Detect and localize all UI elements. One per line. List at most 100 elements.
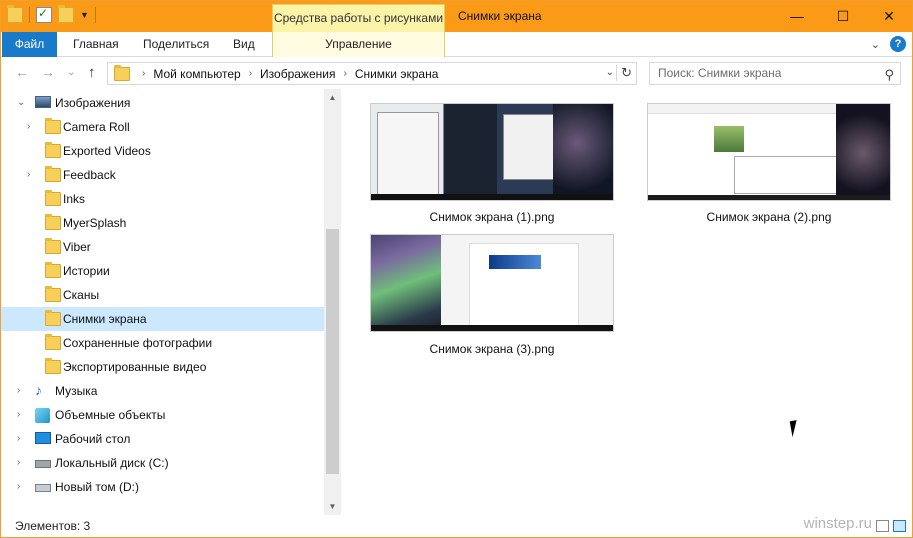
tree-item-label: Inks: [63, 192, 86, 206]
tree-item[interactable]: Viber: [1, 235, 324, 259]
tree-item-label: Новый том (D:): [55, 480, 139, 494]
thumbnail-detail: [371, 235, 441, 331]
folder-icon[interactable]: [7, 5, 23, 23]
title-bar: ▼ Средства работы с рисунками Снимки экр…: [1, 1, 912, 32]
item-count: Элементов: 3: [15, 519, 91, 533]
forward-arrow-icon[interactable]: →: [41, 64, 55, 80]
folder-icon: [45, 166, 61, 182]
breadcrumb-separator[interactable]: ›: [142, 68, 145, 79]
details-view-icon[interactable]: [876, 520, 889, 532]
tree-item[interactable]: Истории: [1, 259, 324, 283]
tab-manage[interactable]: Управление: [272, 32, 445, 57]
search-icon[interactable]: ⚲: [884, 64, 894, 85]
tab-share[interactable]: Поделиться: [133, 32, 219, 57]
close-button[interactable]: ✕: [866, 1, 912, 32]
search-input[interactable]: Поиск: Снимки экрана ⚲: [649, 62, 901, 85]
tree-item[interactable]: Exported Videos: [1, 139, 324, 163]
folder-icon: [45, 334, 61, 350]
tree-item-label: Локальный диск (C:): [55, 456, 169, 470]
tree-item[interactable]: MyerSplash: [1, 211, 324, 235]
qat-dropdown-icon[interactable]: ▼: [80, 10, 89, 20]
up-arrow-icon[interactable]: ↑: [88, 64, 96, 81]
collapsed-chevron-icon[interactable]: ›: [17, 385, 20, 396]
scroll-thumb[interactable]: [326, 229, 339, 474]
breadcrumb-screenshots[interactable]: Снимки экрана: [355, 67, 439, 81]
drive-icon: [35, 484, 51, 492]
ribbon-expand-icon[interactable]: ⌄: [871, 38, 880, 51]
file-name[interactable]: Снимок экрана (2).png: [639, 210, 899, 224]
view-toggle: [876, 520, 906, 532]
file-list: Снимок экрана (1).png Снимок экрана (2).…: [342, 89, 912, 515]
tree-item[interactable]: › Объемные объекты: [1, 403, 324, 427]
tree-item[interactable]: › Feedback: [1, 163, 324, 187]
folder-icon: [45, 358, 61, 374]
back-arrow-icon[interactable]: ←: [15, 64, 29, 80]
tree-item[interactable]: Снимки экрана: [1, 307, 324, 331]
tree-item-label: Feedback: [63, 168, 116, 182]
file-thumbnail[interactable]: [370, 234, 614, 332]
tree-item[interactable]: Экспортированные видео: [1, 355, 324, 379]
collapsed-chevron-icon[interactable]: ›: [17, 409, 20, 420]
tab-file[interactable]: Файл: [2, 32, 57, 57]
folder-icon: [45, 118, 61, 134]
mouse-cursor: [789, 418, 807, 438]
folder-icon: [114, 64, 130, 81]
folder-icon: [45, 238, 61, 254]
collapsed-chevron-icon[interactable]: ›: [17, 433, 20, 444]
breadcrumb-pictures[interactable]: Изображения: [260, 67, 335, 81]
collapsed-chevron-icon[interactable]: ›: [17, 457, 20, 468]
minimize-button[interactable]: —: [774, 1, 820, 32]
tree-item[interactable]: › ♪ Музыка: [1, 379, 324, 403]
scroll-down-icon[interactable]: ▼: [324, 498, 341, 515]
address-dropdown-icon[interactable]: ⌄: [606, 67, 614, 78]
tree-item[interactable]: › Camera Roll: [1, 115, 324, 139]
tree-item[interactable]: › Локальный диск (C:): [1, 451, 324, 475]
tab-view[interactable]: Вид: [223, 32, 265, 57]
thumbnail-detail: [648, 195, 890, 200]
collapsed-chevron-icon[interactable]: ›: [27, 121, 30, 132]
ribbon-tabs: Файл Главная Поделиться Вид Управление ⌄…: [1, 32, 912, 57]
large-icons-view-icon[interactable]: [893, 520, 906, 532]
tree-item[interactable]: › Новый том (D:): [1, 475, 324, 499]
file-name[interactable]: Снимок экрана (3).png: [362, 342, 622, 356]
thumbnail-detail: [371, 194, 613, 200]
tree-item[interactable]: Сканы: [1, 283, 324, 307]
expanded-chevron-icon[interactable]: ⌄: [17, 97, 25, 108]
address-bar[interactable]: › Мой компьютер › Изображения › Снимки э…: [107, 62, 637, 85]
file-thumbnail[interactable]: [370, 103, 614, 201]
new-folder-icon[interactable]: [58, 5, 74, 23]
nav-scrollbar[interactable]: ▲ ▼: [324, 89, 341, 515]
tree-item[interactable]: › Рабочий стол: [1, 427, 324, 451]
thumbnail-detail: [371, 325, 613, 331]
folder-icon: [45, 190, 61, 206]
file-thumbnail[interactable]: [647, 103, 891, 201]
scroll-up-icon[interactable]: ▲: [324, 89, 341, 106]
qat-separator: [94, 7, 96, 23]
collapsed-chevron-icon[interactable]: ›: [27, 169, 30, 180]
desktop-icon: [35, 432, 51, 444]
maximize-button[interactable]: ☐: [820, 1, 866, 32]
breadcrumb-separator[interactable]: ›: [343, 68, 346, 79]
folder-icon: [45, 310, 61, 326]
local-disk-icon: [35, 460, 51, 468]
file-name[interactable]: Снимок экрана (1).png: [362, 210, 622, 224]
thumbnail-detail: [714, 126, 744, 152]
thumbnail-detail: [836, 104, 890, 200]
help-icon[interactable]: ?: [890, 36, 906, 52]
tree-item-label: MyerSplash: [63, 216, 127, 230]
properties-icon[interactable]: [36, 6, 52, 23]
recent-locations-icon[interactable]: ⌄: [67, 67, 75, 78]
search-placeholder: Поиск: Снимки экрана: [658, 66, 782, 80]
breadcrumb-separator[interactable]: ›: [249, 68, 252, 79]
tab-home[interactable]: Главная: [63, 32, 129, 57]
watermark: winstep.ru: [803, 515, 872, 532]
breadcrumb-my-computer[interactable]: Мой компьютер: [153, 67, 240, 81]
tree-item-label: Объемные объекты: [55, 408, 166, 422]
tree-item[interactable]: Inks: [1, 187, 324, 211]
tree-item-label: Рабочий стол: [55, 432, 131, 446]
collapsed-chevron-icon[interactable]: ›: [17, 481, 20, 492]
tree-item[interactable]: Сохраненные фотографии: [1, 331, 324, 355]
refresh-icon[interactable]: ↻: [616, 65, 632, 81]
tree-item-label: Экспортированные видео: [63, 360, 207, 374]
tree-item[interactable]: ⌄ Изображения: [1, 91, 324, 115]
